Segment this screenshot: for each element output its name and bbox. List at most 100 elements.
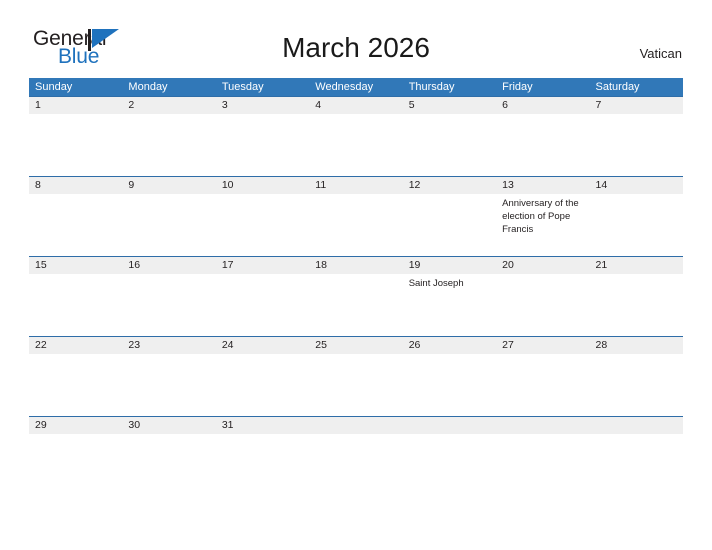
day-number: 24 — [215, 337, 310, 354]
day-events — [122, 434, 215, 437]
day-number: 3 — [215, 97, 310, 114]
day-events — [403, 434, 496, 437]
day-number: 6 — [496, 97, 590, 114]
day-events — [496, 434, 589, 437]
day-number: 12 — [402, 177, 497, 194]
day-number: 26 — [402, 337, 497, 354]
day-cell[interactable]: 29 — [29, 417, 123, 464]
day-events — [29, 354, 122, 357]
day-events: Anniversary of the election of Pope Fran… — [496, 194, 589, 236]
day-number: 31 — [215, 417, 310, 434]
day-cell[interactable]: 3 — [215, 97, 310, 176]
day-cell[interactable]: 11 — [309, 177, 403, 256]
day-cell[interactable]: 24 — [215, 337, 310, 416]
day-number — [402, 417, 497, 434]
day-cell[interactable]: 9 — [122, 177, 216, 256]
day-cell[interactable]: 13 Anniversary of the election of Pope F… — [496, 177, 590, 256]
day-events — [403, 354, 496, 357]
day-cell[interactable]: 21 — [589, 257, 683, 336]
day-cell[interactable]: 5 — [402, 97, 497, 176]
week-row: 22 23 24 25 26 27 28 — [29, 336, 683, 416]
day-events — [590, 274, 683, 277]
day-cell[interactable]: 28 — [589, 337, 683, 416]
page-header: General Blue March 2026 Vatican — [0, 0, 712, 76]
day-number: 14 — [589, 177, 683, 194]
day-events — [216, 194, 309, 197]
day-cell[interactable]: 20 — [496, 257, 590, 336]
day-events — [403, 114, 496, 117]
day-events — [309, 274, 402, 277]
day-cell[interactable] — [589, 417, 683, 464]
day-cell[interactable]: 14 — [589, 177, 683, 256]
day-number: 27 — [496, 337, 590, 354]
day-events — [29, 434, 122, 437]
weekday-tuesday: Tuesday — [221, 81, 264, 93]
day-number: 28 — [589, 337, 683, 354]
day-number: 23 — [122, 337, 216, 354]
day-events — [29, 274, 122, 277]
event-label: Anniversary of the election of Pope Fran… — [502, 198, 579, 235]
day-cell[interactable]: 22 — [29, 337, 123, 416]
day-cell[interactable] — [309, 417, 403, 464]
weekday-header-row: Sunday Monday Tuesday Wednesday Thursday… — [29, 78, 683, 96]
day-number — [309, 417, 403, 434]
day-cell[interactable]: 8 — [29, 177, 123, 256]
day-events — [496, 274, 589, 277]
day-cell[interactable]: 4 — [309, 97, 403, 176]
day-cell[interactable]: 12 — [402, 177, 497, 256]
day-events — [590, 354, 683, 357]
day-events — [29, 114, 122, 117]
day-number: 5 — [402, 97, 497, 114]
day-number: 13 — [496, 177, 590, 194]
day-cell[interactable]: 17 — [215, 257, 310, 336]
day-cell[interactable]: 27 — [496, 337, 590, 416]
day-events — [590, 194, 683, 197]
day-number: 19 — [402, 257, 497, 274]
day-number: 30 — [122, 417, 216, 434]
page-title: March 2026 — [282, 32, 430, 63]
day-cell[interactable] — [496, 417, 590, 464]
day-cell[interactable]: 2 — [122, 97, 216, 176]
day-cell[interactable] — [402, 417, 497, 464]
day-number: 9 — [122, 177, 216, 194]
week-row: 8 9 10 11 12 13 Anniversary of the elect… — [29, 176, 683, 256]
weekday-sunday: Sunday — [35, 81, 73, 93]
day-cell[interactable]: 10 — [215, 177, 310, 256]
day-events — [216, 434, 309, 437]
day-events: Saint Joseph — [403, 274, 496, 290]
day-number: 16 — [122, 257, 216, 274]
day-events — [496, 114, 589, 117]
day-cell[interactable]: 31 — [215, 417, 310, 464]
day-cell[interactable]: 25 — [309, 337, 403, 416]
day-cell[interactable]: 23 — [122, 337, 216, 416]
day-number: 25 — [309, 337, 403, 354]
day-events — [309, 194, 402, 197]
day-number: 18 — [309, 257, 403, 274]
weekday-saturday: Saturday — [595, 81, 640, 93]
day-events — [29, 194, 122, 197]
day-cell[interactable]: 26 — [402, 337, 497, 416]
day-cell[interactable]: 30 — [122, 417, 216, 464]
day-cell[interactable]: 15 — [29, 257, 123, 336]
day-cell[interactable]: 16 — [122, 257, 216, 336]
day-events — [122, 274, 215, 277]
calendar-page: General Blue March 2026 Vatican Sunday M… — [0, 0, 712, 550]
weekday-wednesday: Wednesday — [315, 81, 374, 93]
day-cell[interactable]: 6 — [496, 97, 590, 176]
weekday-friday: Friday — [502, 81, 533, 93]
region-label: Vatican — [639, 46, 682, 61]
day-events — [309, 114, 402, 117]
day-number: 7 — [589, 97, 683, 114]
week-row: 15 16 17 18 19 Saint Joseph 20 21 — [29, 256, 683, 336]
day-number: 21 — [589, 257, 683, 274]
day-events — [590, 434, 683, 437]
weekday-monday: Monday — [128, 81, 168, 93]
day-number: 8 — [29, 177, 123, 194]
day-events — [590, 114, 683, 117]
day-cell[interactable]: 1 — [29, 97, 123, 176]
day-cell[interactable]: 19 Saint Joseph — [402, 257, 497, 336]
day-number: 4 — [309, 97, 403, 114]
day-number: 22 — [29, 337, 123, 354]
day-cell[interactable]: 18 — [309, 257, 403, 336]
day-cell[interactable]: 7 — [589, 97, 683, 176]
